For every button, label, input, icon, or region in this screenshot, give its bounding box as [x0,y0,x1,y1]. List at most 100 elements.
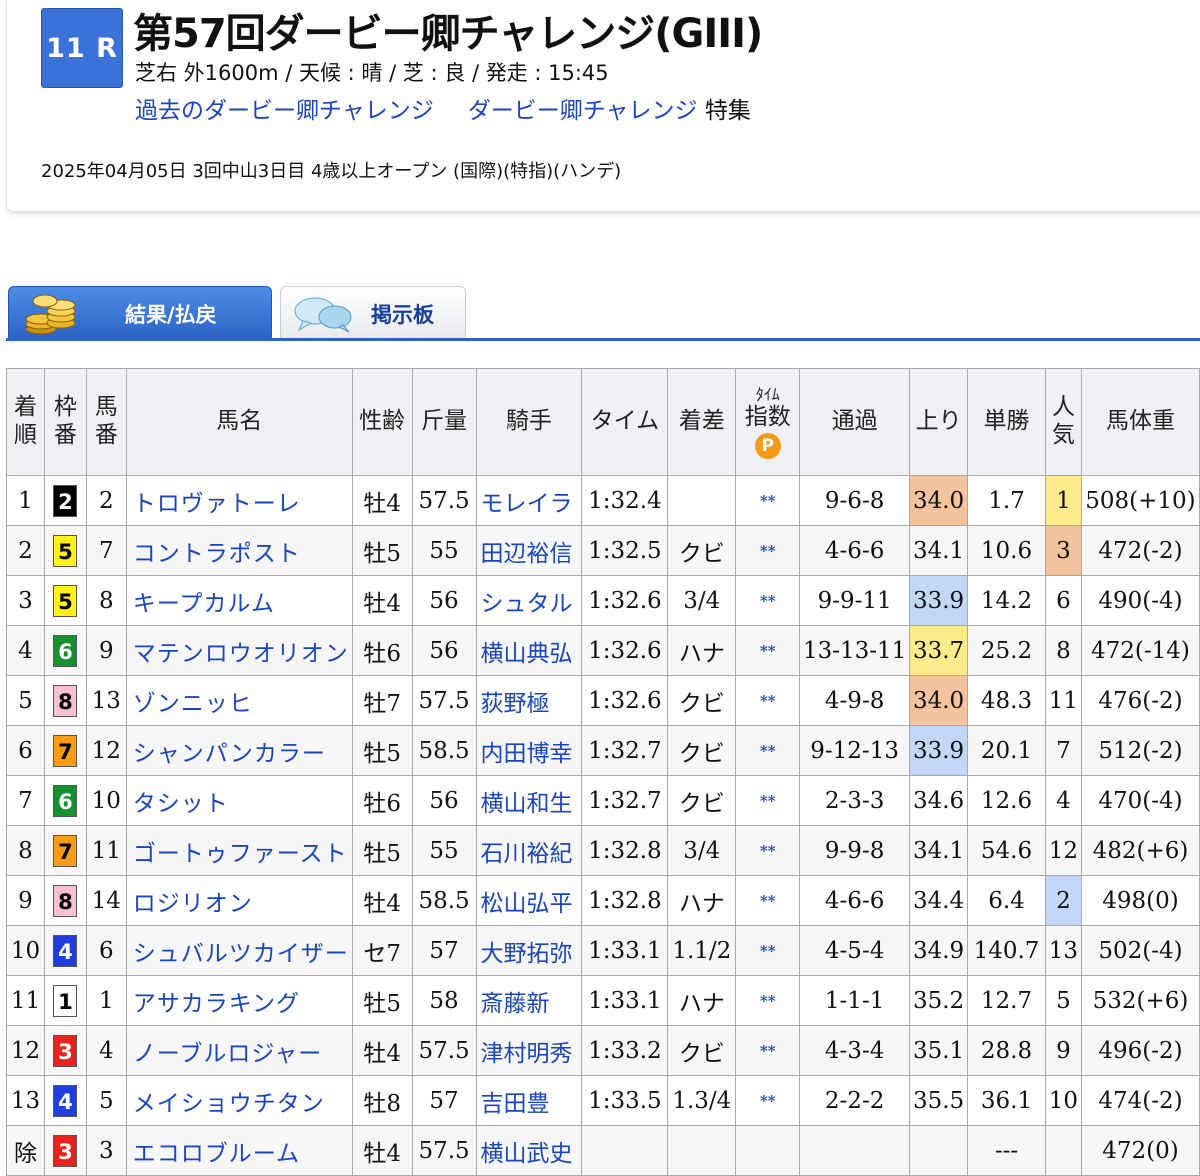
horse-name-link[interactable]: コントラポスト [133,541,301,567]
horse-name-link[interactable]: エコロブルーム [133,1141,300,1167]
popularity-cell: 6 [1044,575,1082,626]
umaban-cell: 4 [85,1025,127,1076]
jockey-name-link[interactable]: 横山武史 [481,1141,573,1167]
table-row: 8 7 11 ゴートゥファースト 牡5 55 石川裕紀 1:32.8 3/4 ** 9-9-8 34.… [6,825,1200,876]
last3f-cell: 33.9 [909,725,969,776]
margin-cell [667,475,737,526]
waku-badge: 4 [53,934,78,967]
tab-results[interactable]: 結果/払戻 [8,286,272,340]
waku-cell: 7 [43,825,87,876]
umaban-cell: 7 [85,525,127,576]
margin-cell: クビ [667,775,737,826]
waku-cell: 3 [43,1125,87,1176]
horse-cell: ノーブルロジャー [125,1025,353,1076]
horse-name-link[interactable]: ノーブルロジャー [133,1041,322,1067]
jockey-name-link[interactable]: 吉田豊 [481,1091,550,1117]
jockey-name-link[interactable]: 石川裕紀 [481,841,573,867]
horse-name-link[interactable]: タシット [133,791,229,817]
sex-age-cell: 牡8 [351,1075,413,1126]
col-margin: 着差 [667,368,737,476]
horse-name-link[interactable]: アサカラキング [133,991,300,1017]
jockey-name-link[interactable]: 大野拓弥 [481,941,573,967]
horse-name-link[interactable]: ゾンニッヒ [133,691,253,717]
time-cell: 1:33.5 [581,1075,669,1126]
passing-cell: 2-2-2 [799,1075,911,1126]
weight-cell: 55 [411,525,477,576]
last3f-cell: 34.9 [909,925,969,976]
body-weight-cell: 472(-2) [1080,525,1200,576]
jockey-name-link[interactable]: 斎藤新 [481,991,550,1017]
odds-cell: 140.7 [967,925,1046,976]
sex-age-cell: 牡5 [351,975,413,1026]
passing-cell: 4-9-8 [799,675,911,726]
odds-cell: --- [967,1125,1046,1176]
last3f-cell: 35.2 [909,975,969,1026]
jockey-name-link[interactable]: 横山和生 [481,791,573,817]
table-row: 12 3 4 ノーブルロジャー 牡4 57.5 津村明秀 1:33.2 クビ ** 4-3-4 35.… [6,1025,1200,1076]
premium-p-icon[interactable]: P [754,433,781,460]
jockey-name-link[interactable]: 横山典弘 [481,641,573,667]
jockey-cell: 横山武史 [475,1125,583,1176]
jockey-name-link[interactable]: モレイラ [481,491,573,517]
race-info: 芝右 外1600m / 天候 : 晴 / 芝 : 良 / 発走 : 15:45 [135,61,609,85]
horse-cell: ゾンニッヒ [125,675,353,726]
feature-link[interactable]: ダービー卿チャレンジ [468,98,698,124]
popularity-cell: 11 [1044,675,1082,726]
popularity-cell: 9 [1044,1025,1082,1076]
time-cell [581,1125,669,1176]
waku-badge: 6 [53,784,78,817]
popularity-cell: 12 [1044,825,1082,876]
results-table: 着順 枠番 馬番 馬名 性齢 斤量 騎手 タイム 着差 ﾀｲﾑ 指数 P 通過 … [6,368,1200,1176]
last3f-cell: 34.6 [909,775,969,826]
waku-cell: 4 [43,925,87,976]
last3f-cell [909,1125,969,1176]
jockey-name-link[interactable]: 荻野極 [481,691,550,717]
waku-badge: 8 [53,884,78,917]
umaban-cell: 6 [85,925,127,976]
sex-age-cell: 牡6 [351,775,413,826]
horse-name-link[interactable]: ロジリオン [133,891,253,917]
umaban-cell: 14 [85,875,127,926]
waku-badge: 6 [53,634,78,667]
horse-name-link[interactable]: マテンロウオリオン [133,641,349,667]
margin-cell: 3/4 [667,575,737,626]
margin-cell: クビ [667,525,737,576]
horse-name-link[interactable]: シャンパンカラー [133,741,326,767]
horse-name-link[interactable]: シュバルツカイザー [133,941,349,967]
margin-cell: ハナ [667,875,737,926]
body-weight-cell: 498(0) [1080,875,1200,926]
jockey-cell: 松山弘平 [475,875,583,926]
passing-cell: 4-5-4 [799,925,911,976]
horse-name-link[interactable]: ゴートゥファースト [133,841,348,867]
time-index-cell: ** [735,475,801,526]
time-cell: 1:32.5 [581,525,669,576]
odds-cell: 12.7 [967,975,1046,1026]
horse-name-link[interactable]: メイショウチタン [133,1091,325,1117]
last3f-cell: 35.1 [909,1025,969,1076]
tab-board[interactable]: 掲示板 [280,286,466,340]
passing-cell: 13-13-11 [799,625,911,676]
jockey-name-link[interactable]: 津村明秀 [481,1041,573,1067]
jockey-name-link[interactable]: 松山弘平 [481,891,573,917]
margin-cell [667,1125,737,1176]
jockey-name-link[interactable]: 田辺裕信 [481,541,573,567]
past-races-link[interactable]: 過去のダービー卿チャレンジ [135,98,434,124]
time-index-cell: ** [735,875,801,926]
horse-cell: メイショウチタン [125,1075,353,1126]
popularity-cell: 5 [1044,975,1082,1026]
table-row: 除 3 3 エコロブルーム 牡4 57.5 横山武史 --- 472(0) [6,1125,1200,1176]
horse-name-link[interactable]: キープカルム [133,591,275,617]
jockey-name-link[interactable]: 内田博幸 [481,741,573,767]
popularity-cell: 4 [1044,775,1082,826]
jockey-cell: モレイラ [475,475,583,526]
table-row: 7 6 10 タシット 牡6 56 横山和生 1:32.7 クビ ** 2-3-3 34.6 12.6 4… [6,775,1200,826]
umaban-cell: 10 [85,775,127,826]
horse-name-link[interactable]: トロヴァトーレ [133,491,301,517]
time-cell: 1:32.8 [581,825,669,876]
odds-cell: 20.1 [967,725,1046,776]
umaban-cell: 8 [85,575,127,626]
jockey-name-link[interactable]: シュタル [481,591,573,617]
rank-cell: 13 [6,1075,45,1126]
waku-cell: 8 [43,675,87,726]
col-time: タイム [581,368,669,476]
